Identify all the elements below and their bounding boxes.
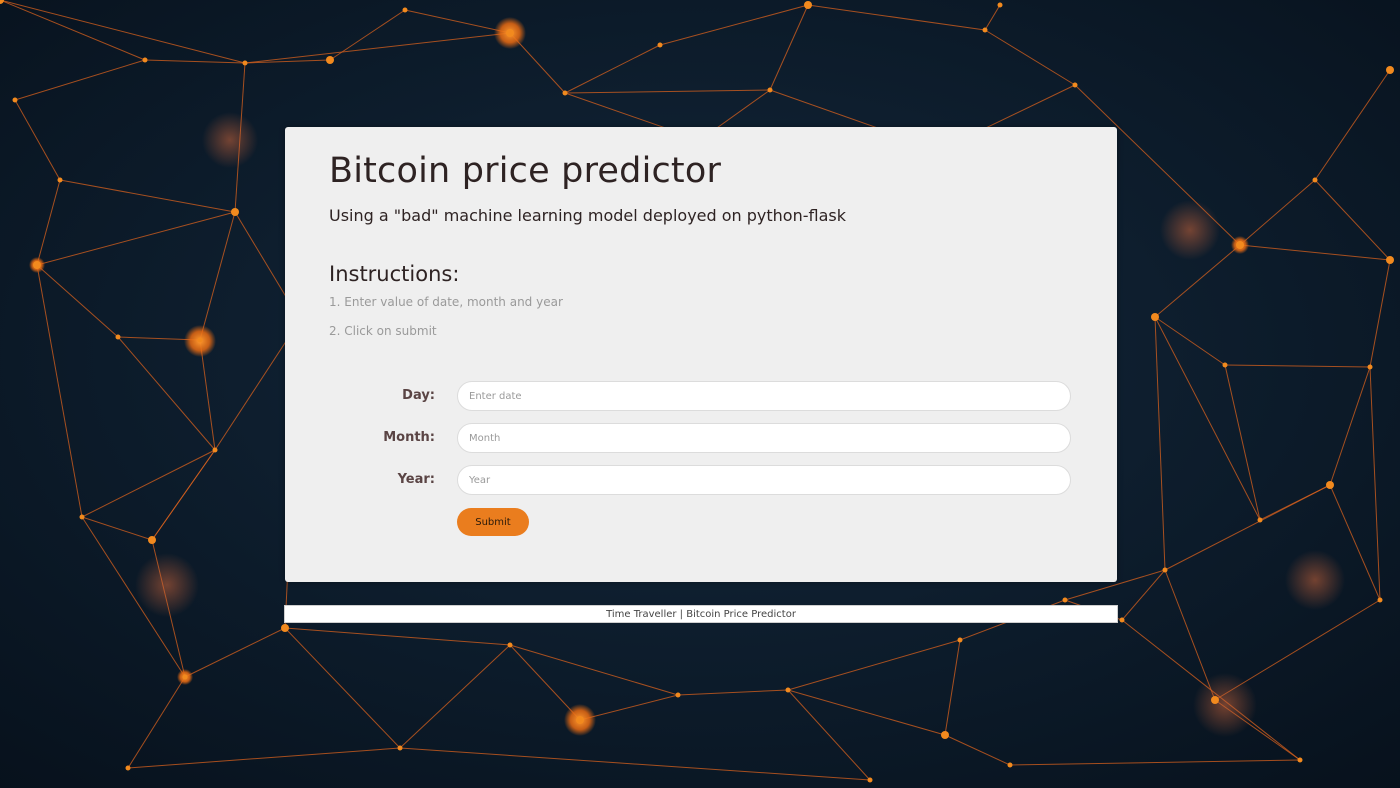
network-node	[1211, 696, 1219, 704]
network-node	[562, 90, 568, 96]
instruction-step-1: 1. Enter value of date, month and year	[329, 295, 563, 309]
day-row: Day:	[285, 381, 1117, 411]
network-node	[33, 261, 41, 269]
network-node	[804, 1, 812, 9]
bokeh-blur	[135, 553, 199, 617]
footer: Time Traveller | Bitcoin Price Predictor	[284, 605, 1118, 623]
network-node	[148, 536, 156, 544]
page-subtitle: Using a "bad" machine learning model dep…	[329, 206, 846, 225]
network-node	[1236, 241, 1244, 249]
network-node	[79, 514, 85, 520]
year-row: Year:	[285, 465, 1117, 495]
network-node	[125, 765, 131, 771]
network-node	[115, 334, 121, 340]
submit-button[interactable]: Submit	[457, 508, 529, 536]
network-node	[767, 87, 773, 93]
day-input[interactable]	[457, 381, 1071, 411]
network-node	[957, 637, 963, 643]
network-node	[1151, 313, 1159, 321]
network-node	[941, 731, 949, 739]
month-input[interactable]	[457, 423, 1071, 453]
network-node	[576, 716, 584, 724]
bokeh-blur	[1193, 673, 1257, 737]
month-label: Month:	[383, 430, 435, 445]
network-node	[402, 7, 408, 13]
instructions-heading: Instructions:	[329, 262, 460, 286]
network-node	[1222, 362, 1228, 368]
network-node	[197, 337, 203, 343]
network-node	[997, 2, 1003, 8]
network-node	[785, 687, 791, 693]
network-node	[326, 56, 334, 64]
bokeh-blur	[1160, 200, 1220, 260]
network-node	[397, 745, 403, 751]
network-node	[1007, 762, 1013, 768]
network-node	[1386, 256, 1394, 264]
bokeh-blur	[202, 112, 258, 168]
bokeh-blur	[1285, 550, 1345, 610]
network-node	[12, 97, 18, 103]
network-node	[182, 674, 188, 680]
network-node	[281, 624, 289, 632]
network-node	[1386, 66, 1394, 74]
month-row: Month:	[285, 423, 1117, 453]
network-node	[212, 447, 218, 453]
network-node	[1119, 617, 1125, 623]
network-node	[675, 692, 681, 698]
network-node	[657, 42, 663, 48]
network-node	[506, 29, 514, 37]
network-node	[1072, 82, 1078, 88]
predictor-card: Bitcoin price predictor Using a "bad" ma…	[285, 127, 1117, 582]
network-node	[1312, 177, 1318, 183]
year-input[interactable]	[457, 465, 1071, 495]
network-node	[1062, 597, 1068, 603]
network-node	[1367, 364, 1373, 370]
page-title: Bitcoin price predictor	[329, 151, 722, 191]
network-node	[1162, 567, 1168, 573]
network-node	[142, 57, 148, 63]
network-node	[1257, 517, 1263, 523]
network-node	[1377, 597, 1383, 603]
network-node	[982, 27, 988, 33]
network-node	[867, 777, 873, 783]
network-node	[1297, 757, 1303, 763]
network-node	[231, 208, 239, 216]
instruction-step-2: 2. Click on submit	[329, 324, 437, 338]
network-node	[242, 60, 248, 66]
network-node	[57, 177, 63, 183]
network-node	[1326, 481, 1334, 489]
network-node	[507, 642, 513, 648]
day-label: Day:	[402, 388, 435, 403]
year-label: Year:	[397, 472, 435, 487]
